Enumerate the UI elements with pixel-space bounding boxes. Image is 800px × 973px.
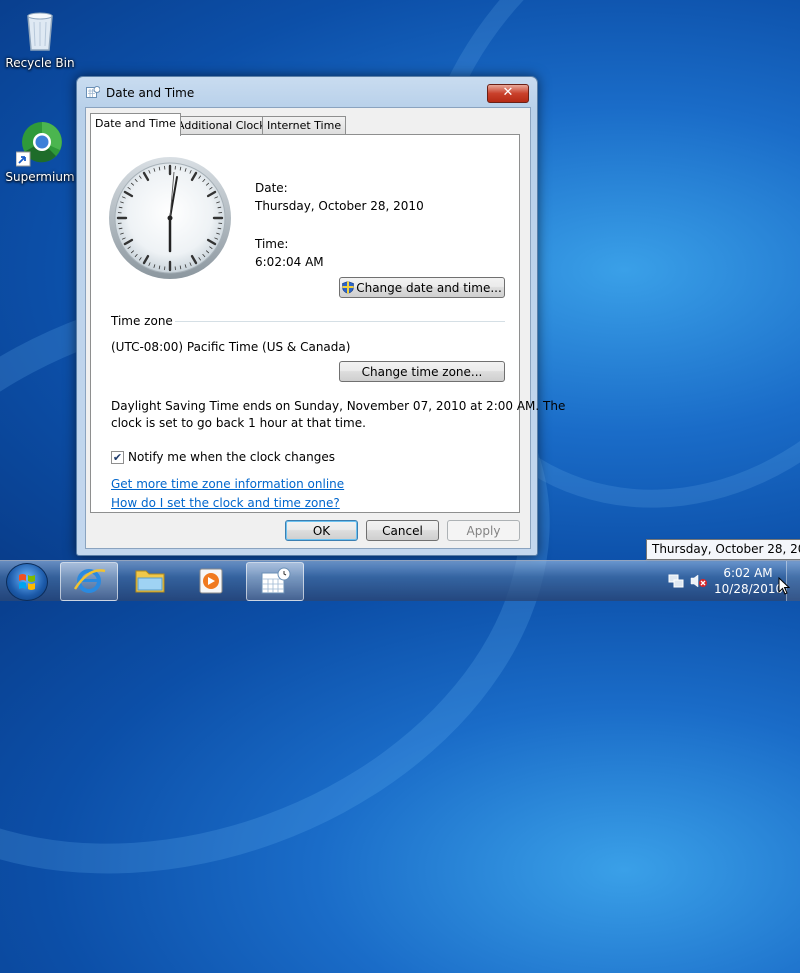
- notify-checkbox[interactable]: ✔: [111, 451, 124, 464]
- internet-explorer-icon: [61, 563, 117, 600]
- date-and-time-window: Date and Time ✕ Date and Time Additional…: [76, 76, 538, 556]
- time-zone-info-link[interactable]: Get more time zone information online: [111, 477, 344, 491]
- start-button[interactable]: [6, 563, 48, 601]
- taskbar-clock[interactable]: 6:02 AM 10/28/2010: [714, 565, 782, 597]
- taskbar: 6:02 AM 10/28/2010: [0, 560, 800, 601]
- dst-notice-line1: Daylight Saving Time ends on Sunday, Nov…: [111, 399, 565, 413]
- cancel-button[interactable]: Cancel: [366, 520, 439, 541]
- desktop-icon-supermium[interactable]: Supermium: [4, 120, 76, 184]
- taskbar-windows-explorer[interactable]: [122, 562, 178, 599]
- apply-button[interactable]: Apply: [447, 520, 520, 541]
- section-divider: [175, 321, 505, 322]
- tab-panel: Date: Thursday, October 28, 2010 Time: 6…: [90, 134, 520, 513]
- folder-icon: [122, 562, 178, 599]
- dst-notice-line2: clock is set to go back 1 hour at that t…: [111, 416, 366, 430]
- time-zone-heading: Time zone: [111, 314, 173, 328]
- close-icon: ✕: [503, 85, 514, 100]
- time-zone-value: (UTC-08:00) Pacific Time (US & Canada): [111, 340, 350, 354]
- tab-internet-time[interactable]: Internet Time: [262, 116, 346, 135]
- clock-time: 6:02 AM: [714, 565, 782, 581]
- close-button[interactable]: ✕: [487, 84, 529, 103]
- date-value: Thursday, October 28, 2010: [255, 199, 424, 213]
- tab-additional-clocks[interactable]: Additional Clocks: [172, 116, 276, 135]
- window-titlebar[interactable]: Date and Time ✕: [77, 77, 537, 107]
- volume-muted-icon[interactable]: [690, 573, 708, 592]
- time-value: 6:02:04 AM: [255, 255, 324, 269]
- network-icon[interactable]: [668, 573, 684, 592]
- change-time-zone-button[interactable]: Change time zone...: [339, 361, 505, 382]
- notify-label[interactable]: Notify me when the clock changes: [128, 450, 335, 464]
- windows-logo-icon: [7, 564, 47, 600]
- desktop-icon-recycle-bin[interactable]: Recycle Bin: [4, 6, 76, 70]
- window-title: Date and Time: [106, 86, 194, 100]
- analog-clock: [107, 155, 233, 281]
- taskbar-media-player[interactable]: [184, 562, 240, 599]
- set-clock-help-link[interactable]: How do I set the clock and time zone?: [111, 496, 340, 510]
- time-label: Time:: [255, 237, 288, 251]
- media-player-icon: [184, 562, 240, 599]
- clock-tooltip: Thursday, October 28, 2010: [646, 539, 800, 560]
- calendar-clock-icon: [86, 86, 100, 98]
- taskbar-internet-explorer[interactable]: [60, 562, 118, 601]
- clock-date: 10/28/2010: [714, 581, 782, 597]
- ok-button[interactable]: OK: [285, 520, 358, 541]
- desktop-icon-label: Supermium: [4, 170, 76, 184]
- desktop-icon-label: Recycle Bin: [4, 56, 76, 70]
- uac-shield-icon: [342, 280, 354, 293]
- mouse-cursor-icon: [778, 577, 790, 598]
- calendar-clock-icon: [247, 563, 303, 600]
- recycle-bin-icon: [16, 6, 64, 54]
- change-date-time-label: Change date and time...: [356, 281, 502, 295]
- tab-date-and-time[interactable]: Date and Time: [90, 113, 181, 136]
- taskbar-date-and-time[interactable]: [246, 562, 304, 601]
- supermium-browser-icon: [16, 120, 64, 168]
- date-label: Date:: [255, 181, 288, 195]
- change-date-time-button[interactable]: Change date and time...: [339, 277, 505, 298]
- dialog-body: Date and Time Additional Clocks Internet…: [85, 107, 531, 549]
